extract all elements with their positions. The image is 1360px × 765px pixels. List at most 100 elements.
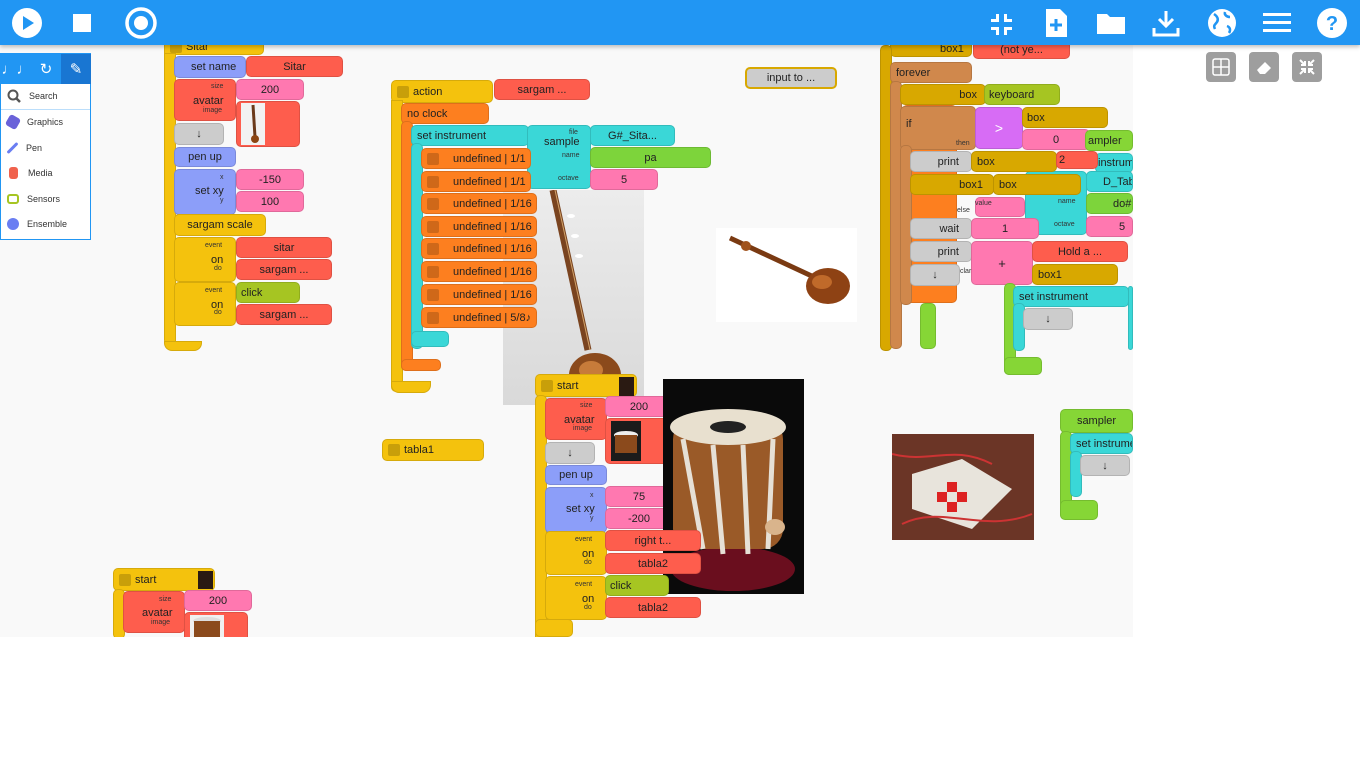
mouse-block[interactable]: Sitar [164, 45, 264, 55]
play-button[interactable] [8, 4, 46, 42]
wait-block[interactable]: wait [910, 218, 972, 239]
box-value[interactable]: box [1022, 107, 1108, 128]
plus-block[interactable]: + [971, 241, 1033, 285]
do-value[interactable]: tabla2 [605, 597, 701, 618]
octave-value[interactable]: 5 [1086, 216, 1133, 237]
note-block[interactable]: undefined | 1/1 [421, 171, 531, 192]
set-name-block[interactable]: set name [174, 56, 246, 78]
sample-octave-value[interactable]: 5 [590, 169, 658, 190]
palette-item-media[interactable]: Media [1, 161, 90, 187]
tabla1-block[interactable]: tabla1 [382, 439, 484, 461]
tab-flow[interactable]: ↻ [32, 54, 60, 84]
two-value[interactable]: 2 [1056, 151, 1098, 169]
sampler-partial[interactable]: ampler [1085, 130, 1133, 151]
x-value[interactable]: -150 [236, 169, 304, 190]
arrow-block[interactable]: ↓ [1023, 308, 1073, 330]
open-project-button[interactable] [1092, 4, 1130, 42]
palette-item-ensemble[interactable]: Ensemble [1, 212, 90, 238]
hold-value[interactable]: Hold a ... [1032, 241, 1128, 262]
save-button[interactable] [1147, 4, 1185, 42]
do-value[interactable]: sargam ... [236, 304, 332, 325]
store-box1-block[interactable]: box1 [910, 174, 994, 195]
palette-item-pen[interactable]: Pen [1, 135, 90, 161]
size-value[interactable]: 200 [184, 590, 252, 611]
do-value[interactable]: sargam ... [236, 259, 332, 280]
set-instrument-partial[interactable]: instrum [1095, 153, 1133, 173]
box1-value[interactable]: box1 [1032, 264, 1118, 285]
green-stack-foot [1004, 357, 1042, 375]
action-name-value[interactable]: sargam ... [494, 79, 590, 100]
size-value[interactable]: 200 [236, 79, 304, 100]
collapse-button[interactable] [981, 4, 1019, 42]
print-value[interactable]: box [971, 151, 1057, 172]
box-block[interactable]: box [900, 84, 986, 105]
box1-value[interactable]: (not ye... [973, 45, 1070, 59]
arrow-block[interactable]: ↓ [545, 442, 595, 464]
stop-button[interactable] [63, 4, 101, 42]
record-button[interactable] [122, 4, 160, 42]
keyboard-value[interactable]: keyboard [984, 84, 1060, 105]
value-text: 200 [260, 83, 280, 96]
sample-file-value[interactable]: G#_Sita... [590, 125, 675, 146]
event-value[interactable]: click [236, 282, 300, 303]
note-block[interactable]: undefined | 1/16 [421, 216, 537, 237]
print-block-2[interactable]: print [910, 241, 972, 262]
block-label: set name [191, 61, 237, 73]
help-button[interactable]: ? [1313, 4, 1351, 42]
menu-button[interactable] [1258, 4, 1296, 42]
avatar-block[interactable]: avatar [174, 79, 236, 121]
event-value[interactable]: click [605, 575, 669, 596]
clear-button[interactable] [1249, 52, 1279, 82]
input-to-block[interactable]: input to ... [745, 67, 837, 89]
collapse-blocks-button[interactable] [1292, 52, 1322, 82]
set-instrument-block[interactable]: set instrument [411, 125, 529, 146]
pen-up-block[interactable]: pen up [174, 147, 236, 167]
note-block[interactable]: undefined | 1/1 [421, 148, 531, 169]
palette-item-sensors[interactable]: Sensors [1, 186, 90, 212]
palette-search[interactable]: Search [1, 84, 90, 110]
sargam-scale-block[interactable]: sargam scale [174, 214, 266, 236]
note-block[interactable]: undefined | 1/16 [421, 261, 537, 282]
block-label: start [135, 573, 157, 586]
wait-value[interactable]: 1 [971, 218, 1039, 239]
name-value[interactable]: Sitar [246, 56, 343, 77]
arrow-block[interactable]: ↓ [174, 123, 224, 145]
value-text: sargam ... [259, 308, 309, 321]
arrow-block[interactable]: ↓ [910, 264, 960, 286]
block-canvas[interactable]: Sitar set name Sitar avatar size image 2… [0, 45, 1133, 637]
print-block[interactable]: print [910, 151, 972, 172]
zero-value[interactable]: 0 [1022, 129, 1090, 150]
event-value[interactable]: right t... [605, 530, 701, 551]
arrow-block[interactable]: ↓ [1080, 455, 1130, 476]
palette-item-graphics[interactable]: Graphics [1, 110, 90, 136]
store-box1-value[interactable]: box [993, 174, 1081, 195]
action-block[interactable]: action [391, 80, 493, 103]
y-value[interactable]: 100 [236, 191, 304, 212]
new-project-button[interactable] [1037, 4, 1075, 42]
note-block[interactable]: undefined | 5/8♪ [421, 307, 537, 328]
event-value[interactable]: sitar [236, 237, 332, 258]
language-button[interactable] [1203, 4, 1241, 42]
pen-up-block[interactable]: pen up [545, 465, 607, 485]
set-xy-block[interactable]: set xy [174, 169, 236, 215]
no-clock-block[interactable]: no clock [401, 103, 489, 124]
note-block[interactable]: undefined | 1/16 [421, 193, 537, 214]
value-text: keyboard [989, 88, 1035, 101]
avatar-block[interactable]: avatar [545, 398, 607, 440]
tab-artwork[interactable]: ✎ [61, 54, 91, 84]
greater-than-block[interactable]: > [975, 107, 1023, 149]
note-block[interactable]: undefined | 1/16 [421, 284, 537, 305]
note-block[interactable]: undefined | 1/16 [421, 238, 537, 259]
grid-button[interactable] [1206, 52, 1236, 82]
sampler-block[interactable]: sampler [1060, 409, 1133, 433]
sample-name-value[interactable]: pa [590, 147, 711, 168]
do-sharp-value[interactable]: do# [1086, 193, 1133, 214]
forever-block[interactable]: forever [890, 62, 972, 83]
operator-text: > [994, 120, 1004, 136]
tab-music[interactable]: ♩♩ [2, 54, 32, 84]
set-instrument-block[interactable]: set instrument [1013, 286, 1129, 307]
d-tab-value[interactable]: D_Tab [1086, 171, 1133, 192]
avatar-block[interactable]: avatar [123, 591, 185, 633]
set-xy-block[interactable]: set xy [545, 487, 607, 533]
do-value[interactable]: tabla2 [605, 553, 701, 574]
